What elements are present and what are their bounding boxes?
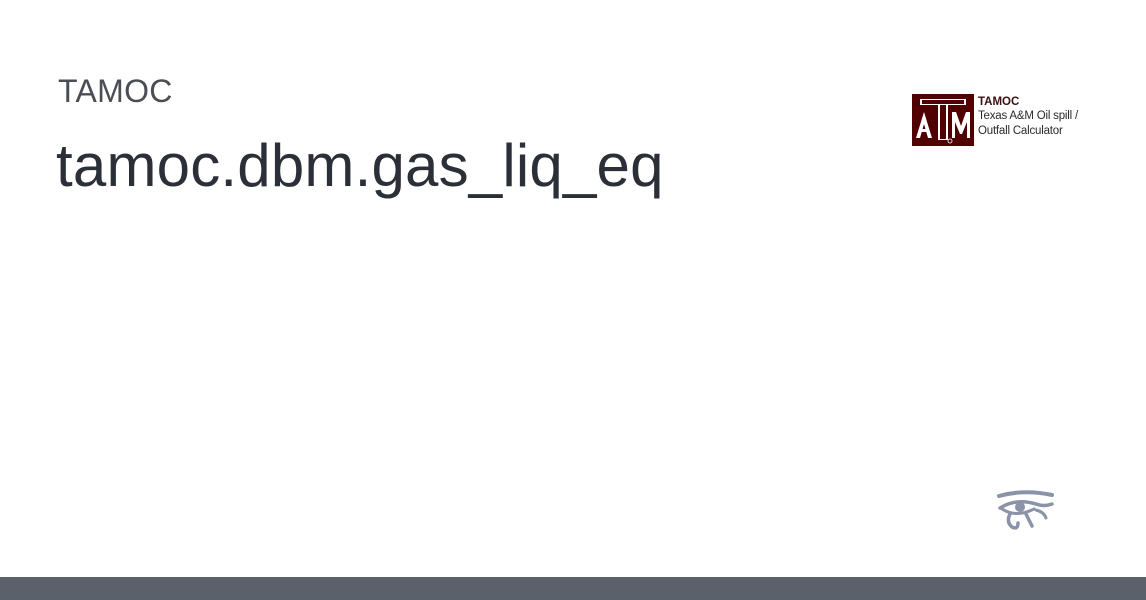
project-name: TAMOC: [58, 73, 173, 109]
footer-bar: [0, 577, 1146, 600]
logo-title: TAMOC: [978, 96, 1020, 108]
atm-logo-mark-icon: [912, 94, 974, 146]
page-title: tamoc.dbm.gas_liq_eq: [56, 132, 664, 199]
tamoc-logo[interactable]: TAMOC Texas A&M Oil spill / Outfall Calc…: [912, 94, 1098, 148]
eye-of-horus-icon: [996, 490, 1056, 532]
logo-text: TAMOC Texas A&M Oil spill / Outfall Calc…: [978, 95, 1102, 139]
logo-subtitle: Texas A&M Oil spill / Outfall Calculator: [978, 110, 1078, 137]
